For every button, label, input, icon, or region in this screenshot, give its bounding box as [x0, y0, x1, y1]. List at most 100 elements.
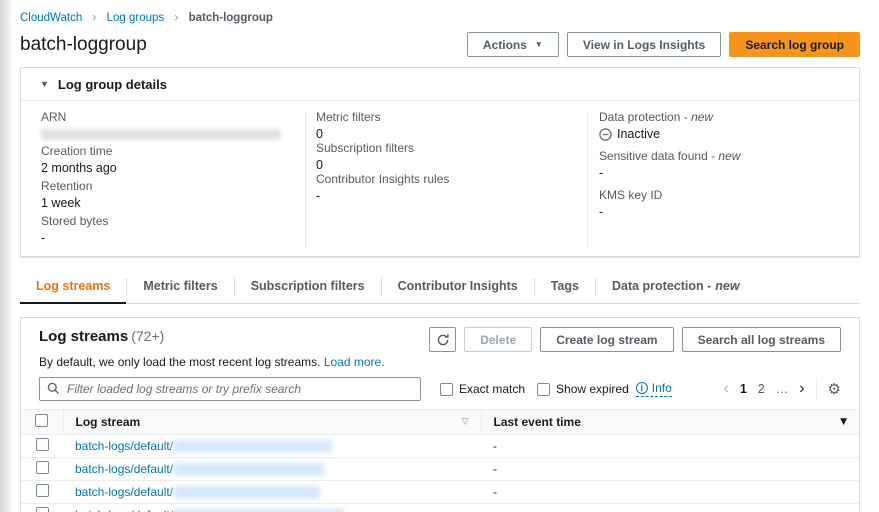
tab-metric-filters[interactable]: Metric filters — [127, 271, 233, 303]
creation-time-label: Creation time — [41, 144, 113, 158]
log-stream-link[interactable]: batch-logs/default/ — [75, 485, 173, 499]
tab-bar: Log streams Metric filters Subscription … — [20, 271, 860, 304]
exact-match-checkbox[interactable] — [440, 382, 453, 396]
data-protection-status-text: Inactive — [617, 127, 661, 141]
show-expired-checkbox[interactable] — [537, 382, 551, 396]
previous-page-button[interactable]: ‹ — [723, 381, 728, 397]
log-streams-count: (72+) — [131, 328, 165, 344]
sensitive-data-found-value: - — [599, 166, 604, 180]
cloudwatch-log-group-page: CloudWatch › Log groups › batch-loggroup… — [0, 0, 879, 512]
row-checkbox[interactable] — [35, 484, 49, 497]
table-row: batch-logs/default/ - — [21, 434, 859, 458]
page-header: batch-loggroup Actions ▼ View in Logs In… — [20, 32, 860, 57]
exact-match-label: Exact match — [459, 382, 526, 396]
arn-redacted-value — [41, 129, 281, 140]
refresh-icon — [437, 333, 449, 345]
retention-value: 1 week — [41, 196, 81, 210]
log-group-details-body: ARN Creation time 2 months ago Retention… — [21, 101, 859, 256]
create-log-stream-button[interactable]: Create log stream — [540, 327, 674, 352]
chevron-down-icon: ▼ — [534, 40, 543, 49]
gear-icon[interactable]: ⚙ — [828, 380, 841, 398]
log-stream-link[interactable]: batch-logs/default/ — [75, 439, 173, 453]
metric-filters-label: Metric filters — [316, 110, 381, 124]
log-stream-link[interactable]: batch-logs/default/ — [75, 508, 173, 512]
row-checkbox[interactable] — [35, 507, 49, 512]
stored-bytes-label: Stored bytes — [41, 214, 109, 228]
actions-button-label: Actions — [482, 37, 527, 52]
breadcrumb-cloudwatch-link[interactable]: CloudWatch — [20, 12, 82, 24]
show-expired-option: Show expired — [537, 382, 629, 396]
breadcrumb-separator-icon: › — [92, 10, 97, 24]
data-protection-label: Data protection - new — [599, 110, 714, 124]
breadcrumb-current: batch-loggroup — [188, 12, 273, 24]
metric-filters-field: Metric filters 0 — [316, 110, 569, 142]
log-group-details-toggle[interactable]: ▼ Log group details — [21, 68, 859, 101]
contributor-insights-rules-value: - — [316, 189, 321, 203]
tab-subscription-filters[interactable]: Subscription filters — [235, 271, 381, 303]
actions-button[interactable]: Actions ▼ — [466, 32, 559, 57]
retention-label: Retention — [41, 179, 93, 193]
pagination: ‹ 1 2 … › ⚙ — [723, 378, 841, 400]
breadcrumb-separator-icon: › — [174, 10, 179, 24]
tab-contributor-insights[interactable]: Contributor Insights — [382, 271, 534, 303]
data-protection-field: Data protection - new Inactive — [599, 110, 841, 142]
log-stream-link[interactable]: batch-logs/default/ — [75, 462, 173, 476]
log-stream-filter-input[interactable] — [39, 377, 421, 401]
creation-time-field: Creation time 2 months ago — [41, 144, 287, 176]
table-row: batch-logs/default/ - — [21, 503, 859, 512]
sort-descending-icon[interactable]: ▼ — [840, 417, 847, 427]
redacted-stream-name — [174, 485, 321, 499]
tab-log-streams[interactable]: Log streams — [20, 271, 127, 304]
refresh-button[interactable] — [429, 327, 457, 352]
search-log-group-button[interactable]: Search log group — [729, 32, 860, 57]
view-in-logs-insights-button[interactable]: View in Logs Insights — [566, 32, 722, 57]
log-streams-panel: Log streams (72+) Delete Create log strea… — [20, 317, 860, 512]
page-2-button[interactable]: 2 — [758, 382, 765, 396]
kms-key-id-value: - — [599, 205, 604, 219]
search-all-log-streams-button[interactable]: Search all log streams — [681, 327, 841, 352]
sort-icon[interactable]: ▽ — [462, 417, 469, 427]
log-streams-description: By default, we only load the most recent… — [39, 355, 385, 369]
page-1-button[interactable]: 1 — [740, 382, 747, 396]
log-streams-table: Log stream ▽ Last event time ▼ batch-log… — [21, 409, 859, 512]
sensitive-data-found-label: Sensitive data found - new — [599, 149, 741, 163]
log-streams-panel-header: Log streams (72+) Delete Create log strea… — [21, 318, 859, 352]
stored-bytes-value: - — [41, 231, 46, 245]
load-more-link[interactable]: Load more. — [324, 355, 385, 369]
redacted-stream-name — [174, 462, 325, 476]
row-checkbox[interactable] — [35, 461, 49, 474]
subscription-filters-label: Subscription filters — [316, 141, 415, 155]
log-group-details-card: ▼ Log group details ARN Creation time 2 … — [20, 67, 860, 257]
contributor-insights-rules-label: Contributor Insights rules — [316, 172, 450, 186]
info-link[interactable]: i Info — [635, 381, 672, 397]
select-all-checkbox[interactable] — [35, 414, 49, 427]
page-title: batch-loggroup — [20, 33, 147, 55]
subscription-filters-value: 0 — [316, 158, 323, 172]
row-checkbox[interactable] — [35, 438, 49, 451]
kms-key-id-field: KMS key ID - — [599, 188, 841, 220]
tab-tags[interactable]: Tags — [535, 271, 595, 303]
sensitive-data-found-field: Sensitive data found - new - — [599, 149, 841, 181]
redacted-stream-name — [174, 508, 345, 512]
table-row: batch-logs/default/ - — [21, 480, 859, 504]
exact-match-option: Exact match — [440, 382, 525, 396]
details-column-3: Data protection - new Inactive Sensitive… — [588, 111, 859, 250]
delete-button[interactable]: Delete — [464, 327, 533, 352]
table-header-row: Log stream ▽ Last event time ▼ — [21, 409, 859, 435]
tab-data-protection[interactable]: Data protection - new — [596, 271, 756, 303]
log-group-details-title: Log group details — [57, 76, 167, 92]
next-page-button[interactable]: › — [799, 381, 804, 397]
pagination-ellipsis: … — [775, 382, 789, 396]
show-expired-label: Show expired — [556, 382, 629, 396]
breadcrumb-log-groups-link[interactable]: Log groups — [107, 12, 165, 24]
last-event-time-column-header[interactable]: Last event time ▼ — [480, 409, 859, 435]
log-stream-column-header[interactable]: Log stream ▽ — [62, 409, 481, 435]
log-streams-title: Log streams (72+) — [39, 328, 165, 345]
info-icon: i — [635, 382, 648, 394]
details-column-2: Metric filters 0 Subscription filters 0 … — [306, 111, 588, 250]
stored-bytes-field: Stored bytes - — [41, 214, 287, 246]
search-icon — [47, 382, 59, 394]
kms-key-id-label: KMS key ID — [599, 188, 663, 202]
collapse-caret-icon: ▼ — [40, 79, 49, 89]
last-event-time-cell: - — [481, 480, 859, 504]
